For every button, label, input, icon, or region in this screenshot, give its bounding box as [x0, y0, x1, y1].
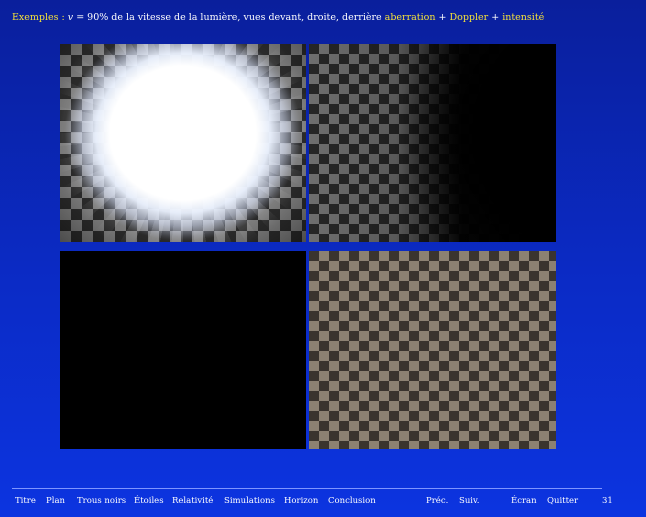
title-text: = 90% de la vitesse de la lumière, vues … — [73, 12, 385, 23]
quit-button[interactable]: Quitter — [547, 496, 578, 506]
next-button[interactable]: Suiv. — [459, 496, 480, 506]
effect-aberration: aberration — [384, 12, 436, 23]
nav-item-etoiles[interactable]: Étoiles — [134, 496, 164, 506]
screen-button[interactable]: Écran — [511, 496, 537, 506]
nav-item-horizon[interactable]: Horizon — [284, 496, 318, 506]
vignette — [60, 44, 306, 242]
title-label: Exemples : — [12, 12, 65, 23]
effect-doppler: Doppler — [449, 12, 489, 23]
prev-button[interactable]: Préc. — [426, 496, 448, 506]
side-view-image — [309, 251, 556, 449]
distortion-edge — [309, 251, 556, 449]
nav-item-simulations[interactable]: Simulations — [224, 496, 275, 506]
navigation-bar: Titre Plan Trous noirs Étoiles Relativit… — [0, 496, 646, 508]
nav-item-titre[interactable]: Titre — [15, 496, 36, 506]
slide-title: Exemples : v = 90% de la vitesse de la l… — [12, 12, 634, 23]
back-view-image — [60, 251, 306, 449]
page-number: 31 — [602, 496, 613, 506]
right-view-image — [309, 44, 556, 242]
nav-item-plan[interactable]: Plan — [46, 496, 65, 506]
nav-item-trous-noirs[interactable]: Trous noirs — [77, 496, 126, 506]
dark-fade — [309, 44, 556, 242]
plus-sign: + — [435, 12, 450, 23]
nav-item-relativite[interactable]: Relativité — [172, 496, 213, 506]
plus-sign: + — [488, 12, 503, 23]
nav-item-conclusion[interactable]: Conclusion — [328, 496, 376, 506]
effect-intensity: intensité — [502, 12, 545, 23]
nav-divider — [12, 488, 602, 489]
front-view-image — [60, 44, 306, 242]
